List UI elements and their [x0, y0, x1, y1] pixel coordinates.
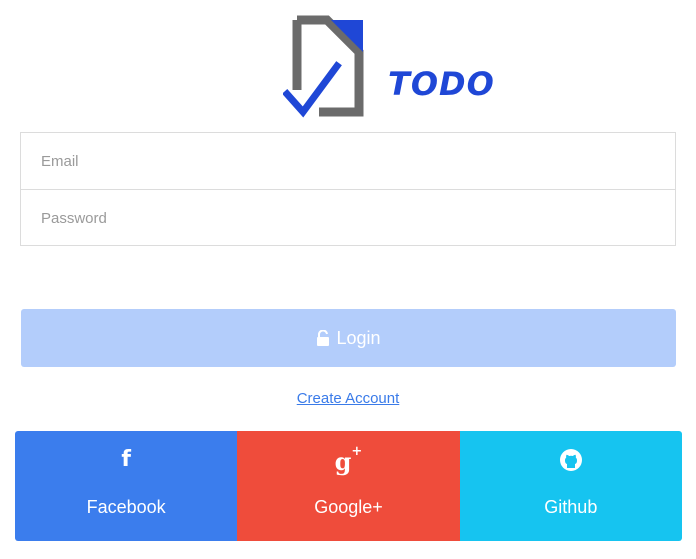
google-plus-label: Google+ — [314, 497, 383, 517]
facebook-button[interactable]: f Facebook — [15, 431, 238, 541]
password-field[interactable] — [21, 190, 675, 247]
facebook-icon: f — [121, 447, 131, 472]
google-plus-icon: g+ — [334, 444, 363, 476]
login-form — [20, 132, 676, 247]
github-label: Github — [544, 497, 598, 517]
google-plus-button[interactable]: g+ Google+ — [237, 431, 460, 541]
logo-text: TODO — [388, 65, 495, 103]
document-check-icon — [283, 15, 364, 118]
facebook-label: Facebook — [86, 497, 166, 517]
github-button[interactable]: Github — [459, 431, 682, 541]
login-label: Login — [336, 327, 381, 348]
login-page: TODO Login Create Account f Facebook g+ … — [0, 0, 696, 559]
login-button[interactable]: Login — [21, 309, 676, 367]
email-field[interactable] — [21, 133, 675, 190]
lock-icon — [317, 330, 330, 346]
social-login-bar: f Facebook g+ Google+ Github — [15, 431, 682, 541]
todo-logo: TODO — [283, 12, 513, 124]
create-account-link[interactable]: Create Account — [297, 390, 400, 407]
create-account-row: Create Account — [0, 390, 696, 408]
github-icon — [559, 449, 582, 471]
